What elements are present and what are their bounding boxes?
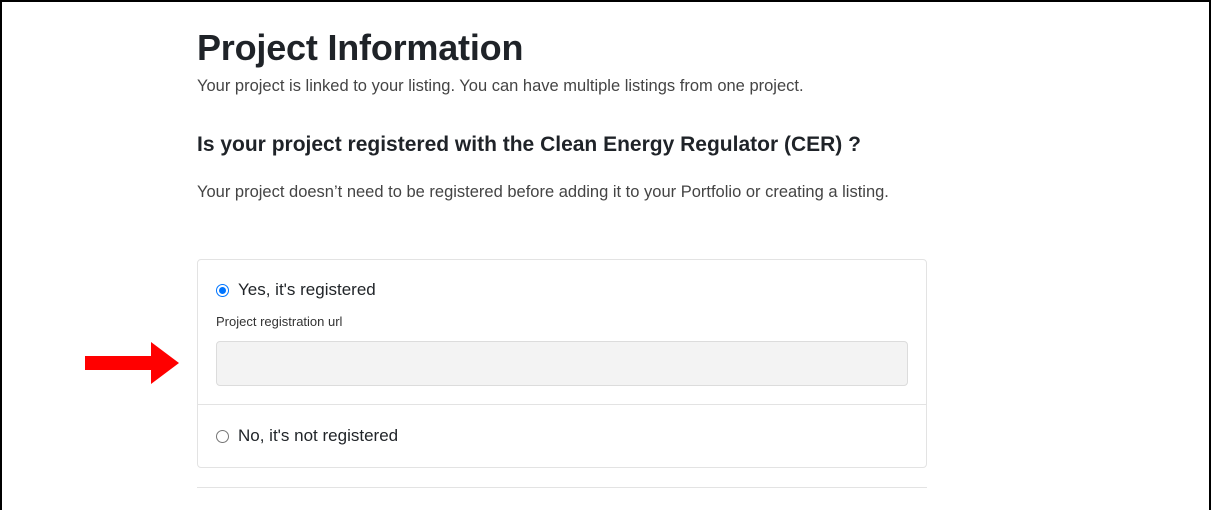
registration-question: Is your project registered with the Clea… [197, 133, 861, 156]
option-registered-label: Yes, it's registered [238, 280, 376, 299]
radio-registered[interactable] [216, 283, 229, 297]
page-subtitle: Your project is linked to your listing. … [197, 77, 804, 95]
registration-help-text: Your project doesn’t need to be register… [197, 183, 889, 201]
option-registered-panel: Yes, it's registered Project registratio… [198, 260, 926, 405]
option-not-registered[interactable]: No, it's not registered [216, 426, 398, 446]
section-divider [197, 487, 927, 488]
right-arrow-icon [85, 342, 179, 384]
option-registered[interactable]: Yes, it's registered [216, 280, 376, 300]
registration-options-card: Yes, it's registered Project registratio… [197, 259, 927, 468]
option-not-registered-label: No, it's not registered [238, 426, 399, 445]
registration-url-label: Project registration url [216, 314, 343, 329]
registration-url-input[interactable] [216, 341, 908, 386]
project-information-section: Project Information Your project is link… [197, 27, 927, 468]
page-title: Project Information [197, 27, 524, 68]
radio-not-registered[interactable] [216, 429, 229, 443]
